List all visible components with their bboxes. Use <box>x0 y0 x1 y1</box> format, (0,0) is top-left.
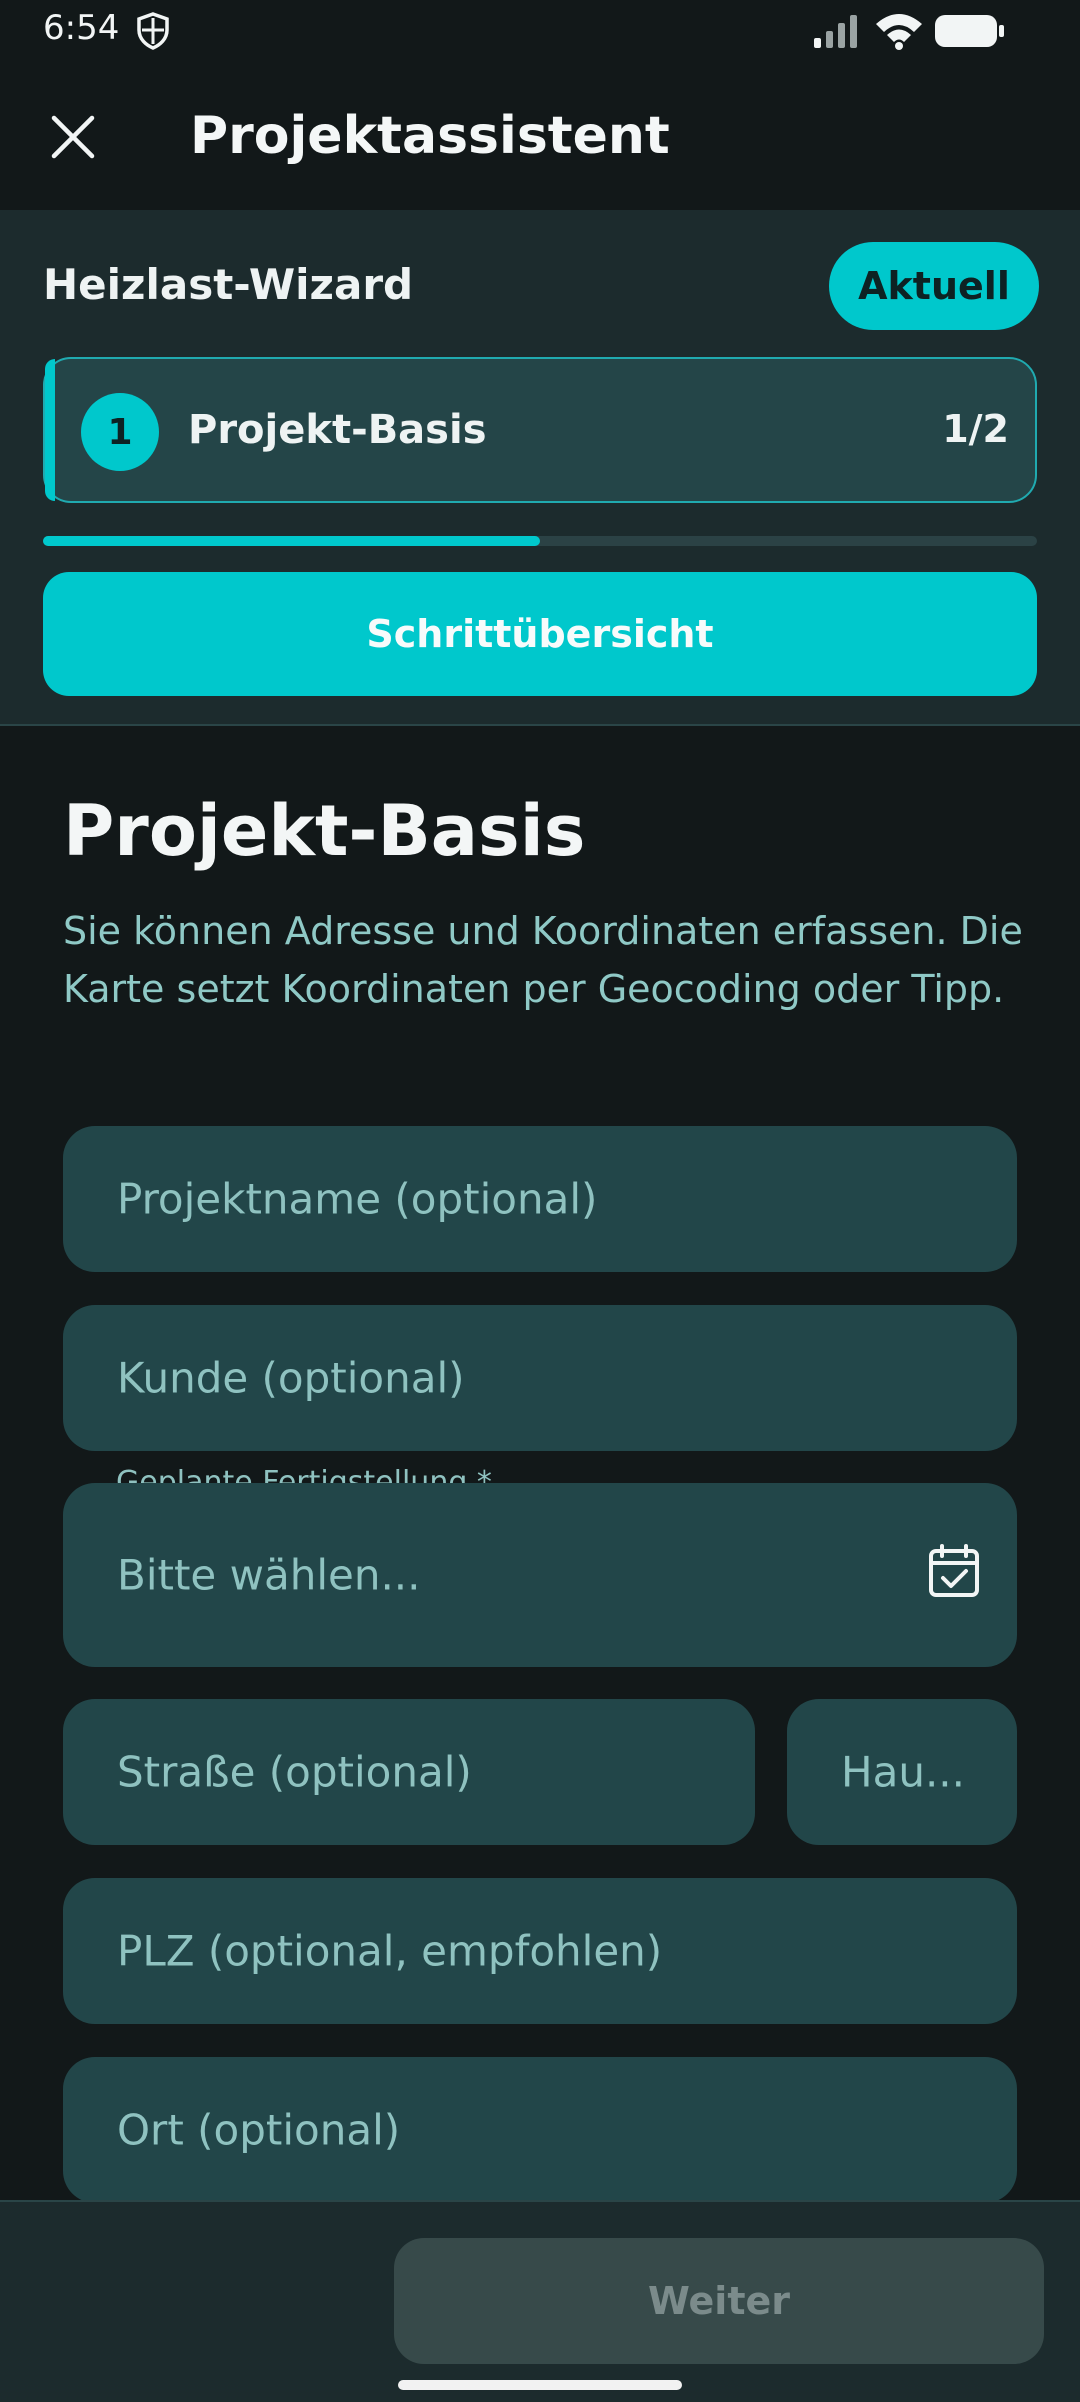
street-placeholder: Straße (optional) <box>117 1747 472 1797</box>
app-bar: Projektassistent <box>0 64 1080 210</box>
section-description: Sie können Adresse und Koordinaten erfas… <box>63 909 1023 1011</box>
progress-bar <box>43 536 1037 546</box>
zip-field[interactable]: PLZ (optional, empfohlen) <box>63 1878 1017 2024</box>
home-indicator[interactable] <box>398 2380 682 2390</box>
wizard-card: Heizlast-Wizard Aktuell 1 Projekt-Basis … <box>0 210 1080 726</box>
step-accent-bar <box>45 359 55 501</box>
street-field[interactable]: Straße (optional) <box>63 1699 755 1845</box>
house-number-placeholder: Hau... <box>841 1747 965 1797</box>
wizard-title: Heizlast-Wizard <box>43 260 414 309</box>
status-badge: Aktuell <box>829 242 1039 330</box>
step-overview-button[interactable]: Schrittübersicht <box>43 572 1037 696</box>
calendar-icon[interactable] <box>927 1543 981 1599</box>
project-name-placeholder: Projektname (optional) <box>117 1174 598 1224</box>
completion-date-field[interactable]: Bitte wählen... <box>63 1483 1017 1667</box>
completion-date-placeholder: Bitte wählen... <box>117 1550 421 1600</box>
section-title: Projekt-Basis <box>63 790 586 872</box>
step-label: Projekt-Basis <box>188 407 487 453</box>
current-step-row[interactable]: 1 Projekt-Basis 1/2 <box>43 357 1037 503</box>
status-time: 6:54 <box>43 8 120 48</box>
battery-icon <box>935 15 1004 47</box>
progress-fill <box>43 536 540 546</box>
city-placeholder: Ort (optional) <box>117 2105 401 2155</box>
customer-field[interactable]: Kunde (optional) <box>63 1305 1017 1451</box>
step-counter: 1/2 <box>942 407 1009 451</box>
project-name-field[interactable]: Projektname (optional) <box>63 1126 1017 1272</box>
wifi-icon <box>876 14 922 50</box>
status-bar: 6:54 <box>0 0 1080 64</box>
zip-placeholder: PLZ (optional, empfohlen) <box>117 1926 663 1976</box>
close-icon[interactable] <box>40 104 106 170</box>
signal-icon <box>814 15 857 48</box>
bottom-action-bar: Weiter <box>0 2200 1080 2402</box>
page-title: Projektassistent <box>190 106 670 166</box>
city-field[interactable]: Ort (optional) <box>63 2057 1017 2203</box>
step-number-badge: 1 <box>81 393 159 471</box>
customer-placeholder: Kunde (optional) <box>117 1353 465 1403</box>
shield-icon <box>137 12 169 50</box>
next-button[interactable]: Weiter <box>394 2238 1044 2364</box>
house-number-field[interactable]: Hau... <box>787 1699 1017 1845</box>
